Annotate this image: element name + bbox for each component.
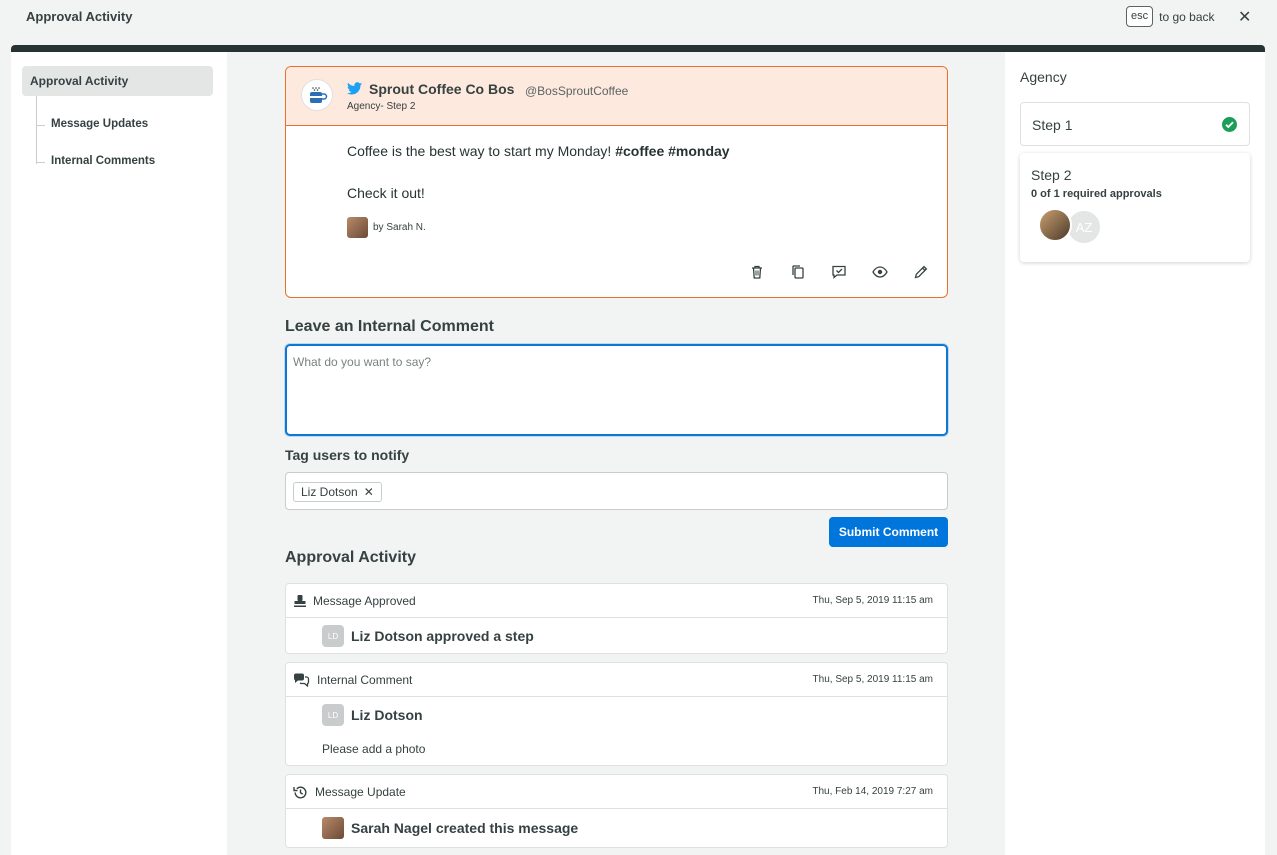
top-bar: Approval Activity esc to go back ✕ bbox=[0, 0, 1277, 40]
activity-item: Internal Comment Thu, Sep 5, 2019 11:15 … bbox=[285, 662, 948, 766]
tag-users-label: Tag users to notify bbox=[285, 447, 410, 463]
post-author: by Sarah N. bbox=[347, 217, 426, 238]
trash-icon[interactable] bbox=[749, 264, 765, 280]
duplicate-icon[interactable] bbox=[790, 264, 806, 280]
activity-item: Message Approved Thu, Sep 5, 2019 11:15 … bbox=[285, 583, 948, 654]
coffee-cup-avatar bbox=[301, 79, 333, 111]
avatar bbox=[1038, 208, 1072, 242]
edit-icon[interactable] bbox=[913, 264, 929, 280]
activity-text: Sarah Nagel created this message bbox=[351, 820, 579, 836]
post-actions bbox=[749, 264, 929, 280]
step-requirement: 0 of 1 required approvals bbox=[1031, 188, 1162, 200]
esc-key[interactable]: esc bbox=[1126, 6, 1154, 27]
nav-tree-line bbox=[36, 96, 37, 164]
activity-line: LD Liz Dotson approved a step bbox=[322, 625, 534, 647]
post-text-plain: Coffee is the best way to start my Monda… bbox=[347, 143, 612, 159]
post-header: Sprout Coffee Co Bos @BosSproutCoffee Ag… bbox=[286, 67, 947, 126]
nav-item-internal-comments[interactable]: Internal Comments bbox=[37, 155, 155, 167]
check-circle-icon bbox=[1222, 117, 1237, 132]
post-hashtags[interactable]: #coffee #monday bbox=[615, 143, 729, 159]
nav-item-message-updates[interactable]: Message Updates bbox=[37, 118, 148, 130]
submit-comment-button[interactable]: Submit Comment bbox=[829, 517, 948, 547]
comments-icon bbox=[293, 673, 310, 688]
post-preview-card: Sprout Coffee Co Bos @BosSproutCoffee Ag… bbox=[285, 66, 948, 298]
center-content: Sprout Coffee Co Bos @BosSproutCoffee Ag… bbox=[227, 52, 1005, 855]
approval-steps-panel: Agency Step 1 Step 2 0 of 1 required app… bbox=[1005, 52, 1265, 855]
tag-chip-label: Liz Dotson bbox=[301, 485, 358, 499]
post-step-label: Agency- Step 2 bbox=[347, 101, 416, 112]
author-label: by Sarah N. bbox=[373, 222, 426, 233]
avatar: LD bbox=[322, 704, 344, 726]
activity-line: Sarah Nagel created this message bbox=[322, 817, 578, 839]
avatar bbox=[322, 817, 344, 839]
activity-type: Internal Comment bbox=[317, 673, 413, 687]
nav-item-approval-activity[interactable]: Approval Activity bbox=[22, 66, 213, 96]
activity-time: Thu, Feb 14, 2019 7:27 am bbox=[812, 786, 933, 797]
preview-icon[interactable] bbox=[872, 264, 888, 280]
left-nav: Approval Activity Message Updates Intern… bbox=[11, 52, 227, 855]
activity-item: Message Update Thu, Feb 14, 2019 7:27 am… bbox=[285, 774, 948, 848]
activity-time: Thu, Sep 5, 2019 11:15 am bbox=[812, 595, 933, 606]
step-card-1[interactable]: Step 1 bbox=[1020, 102, 1250, 146]
activity-comment: Please add a photo bbox=[322, 742, 426, 756]
activity-item-header: Internal Comment Thu, Sep 5, 2019 11:15 … bbox=[286, 663, 947, 697]
stamp-icon bbox=[293, 594, 309, 608]
tag-users-input[interactable]: Liz Dotson ✕ bbox=[285, 472, 948, 510]
activity-type: Message Approved bbox=[313, 594, 416, 608]
author-photo bbox=[347, 217, 368, 238]
activity-text: Liz Dotson bbox=[351, 707, 423, 723]
tag-chip: Liz Dotson ✕ bbox=[293, 482, 382, 502]
esc-hint[interactable]: esc to go back bbox=[1126, 6, 1215, 27]
step-label: Step 1 bbox=[1032, 117, 1073, 133]
remove-tag-icon[interactable]: ✕ bbox=[364, 485, 374, 499]
activity-time: Thu, Sep 5, 2019 11:15 am bbox=[812, 674, 933, 685]
esc-hint-text: to go back bbox=[1159, 9, 1215, 24]
post-text: Coffee is the best way to start my Monda… bbox=[347, 143, 730, 159]
close-icon[interactable]: ✕ bbox=[1238, 7, 1251, 27]
comment-heading: Leave an Internal Comment bbox=[285, 318, 494, 335]
activity-type: Message Update bbox=[315, 785, 406, 799]
account-handle: @BosSproutCoffee bbox=[525, 84, 629, 98]
window-title: Approval Activity bbox=[26, 9, 133, 24]
activity-item-header: Message Update Thu, Feb 14, 2019 7:27 am bbox=[286, 775, 947, 809]
history-icon bbox=[293, 785, 309, 799]
avatar: LD bbox=[322, 625, 344, 647]
activity-line: LD Liz Dotson bbox=[322, 704, 423, 726]
activity-item-header: Message Approved Thu, Sep 5, 2019 11:15 … bbox=[286, 584, 947, 618]
comment-box[interactable] bbox=[285, 344, 948, 436]
approval-group-label: Agency bbox=[1020, 69, 1067, 85]
post-text-line2: Check it out! bbox=[347, 185, 425, 201]
comment-input[interactable] bbox=[287, 346, 946, 434]
comment-icon[interactable] bbox=[831, 264, 847, 280]
twitter-icon bbox=[347, 82, 362, 100]
account-name: Sprout Coffee Co Bos bbox=[369, 81, 515, 97]
activity-heading: Approval Activity bbox=[285, 549, 416, 566]
activity-text: Liz Dotson approved a step bbox=[351, 628, 534, 644]
step-card-2[interactable]: Step 2 0 of 1 required approvals AZ bbox=[1020, 153, 1250, 262]
main-panel: Approval Activity Message Updates Intern… bbox=[11, 45, 1265, 855]
step-label: Step 2 bbox=[1031, 167, 1072, 183]
